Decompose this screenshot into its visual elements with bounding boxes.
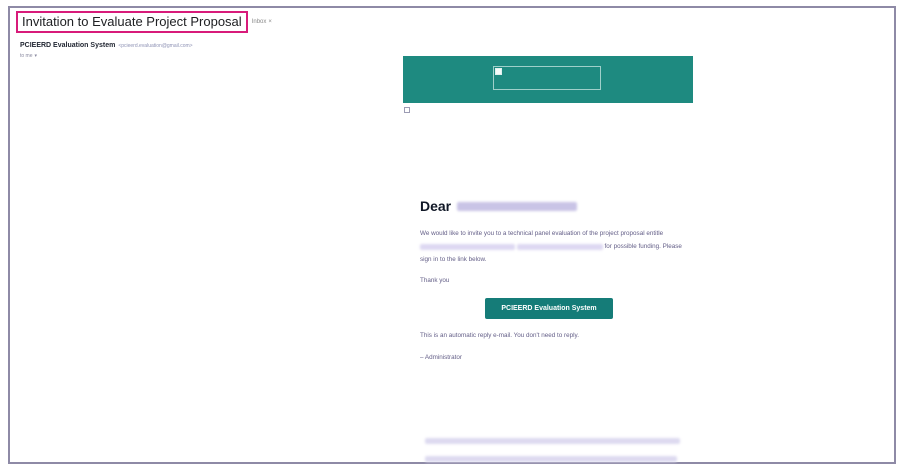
invitation-text-start: We would like to invite you to a technic…: [420, 230, 664, 237]
evaluation-system-button[interactable]: PCIEERD Evaluation System: [485, 297, 613, 319]
signoff: – Administrator: [420, 353, 462, 361]
broken-image-icon: [495, 68, 502, 75]
greeting-row: Dear: [420, 198, 685, 214]
project-title-redacted: [420, 243, 515, 250]
project-title-redacted: [516, 243, 603, 250]
invitation-paragraph: We would like to invite you to a technic…: [420, 227, 685, 267]
greeting: Dear: [420, 198, 452, 214]
cta-container: PCIEERD Evaluation System: [420, 297, 685, 319]
thank-you-text: Thank you: [420, 276, 450, 284]
sender-name: PCIEERD Evaluation System: [20, 42, 116, 49]
inbox-label[interactable]: Inbox: [252, 19, 267, 25]
subject-row: Invitation to Evaluate Project Proposal …: [16, 11, 272, 33]
chevron-down-icon[interactable]: ▾: [35, 53, 38, 59]
recipient-name-redacted: [457, 201, 578, 211]
recipient-text: to me: [20, 53, 33, 59]
remove-label-icon[interactable]: ×: [268, 19, 272, 25]
email-banner: [403, 56, 693, 103]
email-subject: Invitation to Evaluate Project Proposal: [16, 11, 248, 33]
sender-row: PCIEERD Evaluation System <pcieerd.evalu…: [20, 42, 193, 49]
footer-address-redacted: [425, 438, 680, 444]
footer-address-redacted: [425, 456, 677, 462]
auto-reply-note: This is an automatic reply e-mail. You d…: [420, 331, 579, 339]
recipient-details[interactable]: to me ▾: [20, 53, 37, 59]
banner-logo-image: [493, 66, 601, 90]
sender-email: <pcieerd.evaluation@gmail.com>: [118, 43, 193, 49]
broken-image-icon: [404, 107, 410, 113]
email-body: Dear We would like to invite you to a te…: [420, 198, 685, 361]
email-footer: [425, 431, 690, 467]
